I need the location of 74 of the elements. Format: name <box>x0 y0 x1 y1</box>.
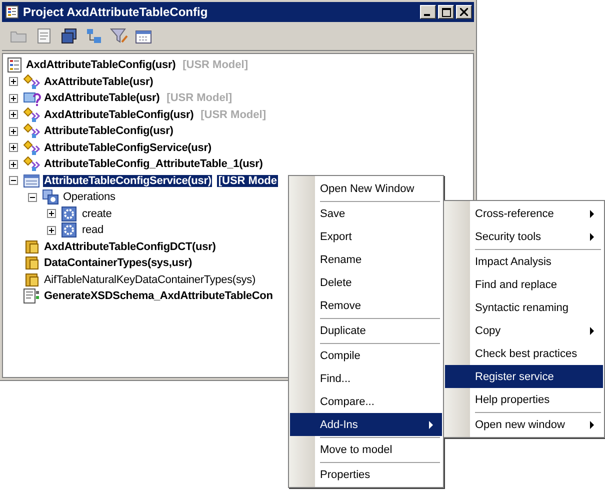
menu-item[interactable]: Add-Ins <box>290 413 442 436</box>
model-tag: [USR Model] <box>166 92 234 104</box>
window-title: Project AxdAttributeTableConfig <box>23 5 209 19</box>
menu-item[interactable]: Copy <box>445 319 603 342</box>
menu-item[interactable]: Rename <box>290 248 442 271</box>
maximize-button[interactable] <box>438 5 454 19</box>
menu-item[interactable]: Open new window <box>445 413 603 436</box>
expander-icon[interactable] <box>28 192 37 202</box>
submenu-arrow-icon <box>590 420 595 428</box>
tree-item[interactable]: AxdAttributeTable(usr) <box>43 92 161 104</box>
query-icon <box>23 90 41 106</box>
expander-icon[interactable] <box>9 94 18 103</box>
menu-item[interactable]: Remove <box>290 294 442 317</box>
tree-item[interactable]: AxAttributeTable(usr) <box>43 76 154 88</box>
menu-item[interactable]: Help properties <box>445 388 603 411</box>
project-icon <box>7 57 23 74</box>
expander-icon[interactable] <box>9 110 18 120</box>
calendar-icon[interactable] <box>135 28 153 44</box>
menu-item[interactable]: Check best practices <box>445 342 603 365</box>
tree-item[interactable]: GenerateXSDSchema_AxdAttributeTableCon <box>43 290 274 302</box>
close-icon <box>460 8 468 16</box>
tree-item[interactable]: DataContainerTypes(sys,usr) <box>43 257 193 270</box>
tree-item[interactable]: AttributeTableConfig_AttributeTable_1(usr) <box>43 158 264 170</box>
tree-item[interactable]: Operations <box>62 191 116 204</box>
minimize-button[interactable] <box>420 5 436 19</box>
tree-item[interactable]: AttributeTableConfig(usr) <box>43 125 174 138</box>
hierarchy-icon[interactable] <box>85 28 103 44</box>
menu-item[interactable]: Cross-reference <box>445 202 603 225</box>
menu-item[interactable]: Syntactic renaming <box>445 296 603 319</box>
tree-item[interactable]: AttributeTableConfigService(usr) <box>43 142 212 154</box>
menu-item[interactable]: Compare... <box>290 390 442 413</box>
submenu-arrow-icon <box>590 232 595 240</box>
menu-item[interactable]: Move to model <box>290 438 442 461</box>
expander-icon[interactable] <box>9 176 18 186</box>
model-tag: [USR Model] <box>182 59 249 72</box>
menu-item[interactable]: Impact Analysis <box>445 250 603 273</box>
stacked-disks-icon[interactable] <box>60 28 78 44</box>
menu-item[interactable]: Export <box>290 225 442 248</box>
submenu-arrow-icon <box>590 210 595 218</box>
tree-item[interactable]: AttributeTableConfigService(usr) <box>43 174 212 187</box>
menu-item[interactable]: Find... <box>290 367 442 390</box>
filter-icon[interactable] <box>110 28 128 44</box>
tree-item[interactable]: AxdAttributeTableConfigDCT(usr) <box>43 240 217 253</box>
expander-icon[interactable] <box>9 160 18 169</box>
expander-icon[interactable] <box>47 209 56 218</box>
tree-item[interactable]: create <box>81 208 113 220</box>
document-icon[interactable] <box>35 28 53 44</box>
gear-icon <box>61 206 79 222</box>
maximize-icon <box>442 8 450 16</box>
menu-item[interactable]: Compile <box>290 344 442 367</box>
menu-item[interactable]: Properties <box>290 463 442 486</box>
expander-icon[interactable] <box>9 77 18 86</box>
tree-item[interactable]: AifTableNaturalKeyDataContainerTypes(sys) <box>43 274 257 286</box>
menu-item[interactable]: Delete <box>290 271 442 294</box>
menu-item[interactable]: Find and replace <box>445 273 603 296</box>
service-icon <box>23 172 41 189</box>
close-button[interactable] <box>456 5 472 19</box>
menu-item[interactable]: Open New Window <box>290 177 442 200</box>
submenu-arrow-icon <box>590 326 595 334</box>
model-tag: [USR Mode <box>217 174 278 187</box>
expander-icon[interactable] <box>9 126 18 136</box>
expander-icon[interactable] <box>47 226 56 235</box>
tree-item[interactable]: read <box>81 224 104 236</box>
gear-icon <box>61 222 79 238</box>
menu-item[interactable]: Register service <box>445 365 603 388</box>
expander-icon[interactable] <box>9 143 18 152</box>
submenu-arrow-icon <box>429 420 434 428</box>
menu-item[interactable]: Duplicate <box>290 319 442 342</box>
model-tag: [USR Model] <box>200 108 267 121</box>
tree-item[interactable]: AxdAttributeTableConfig(usr) <box>25 59 177 72</box>
tree-item[interactable]: AxdAttributeTableConfig(usr) <box>43 108 195 121</box>
project-icon <box>5 5 19 19</box>
menu-item[interactable]: Save <box>290 202 442 225</box>
menu-item[interactable]: Security tools <box>445 225 603 248</box>
